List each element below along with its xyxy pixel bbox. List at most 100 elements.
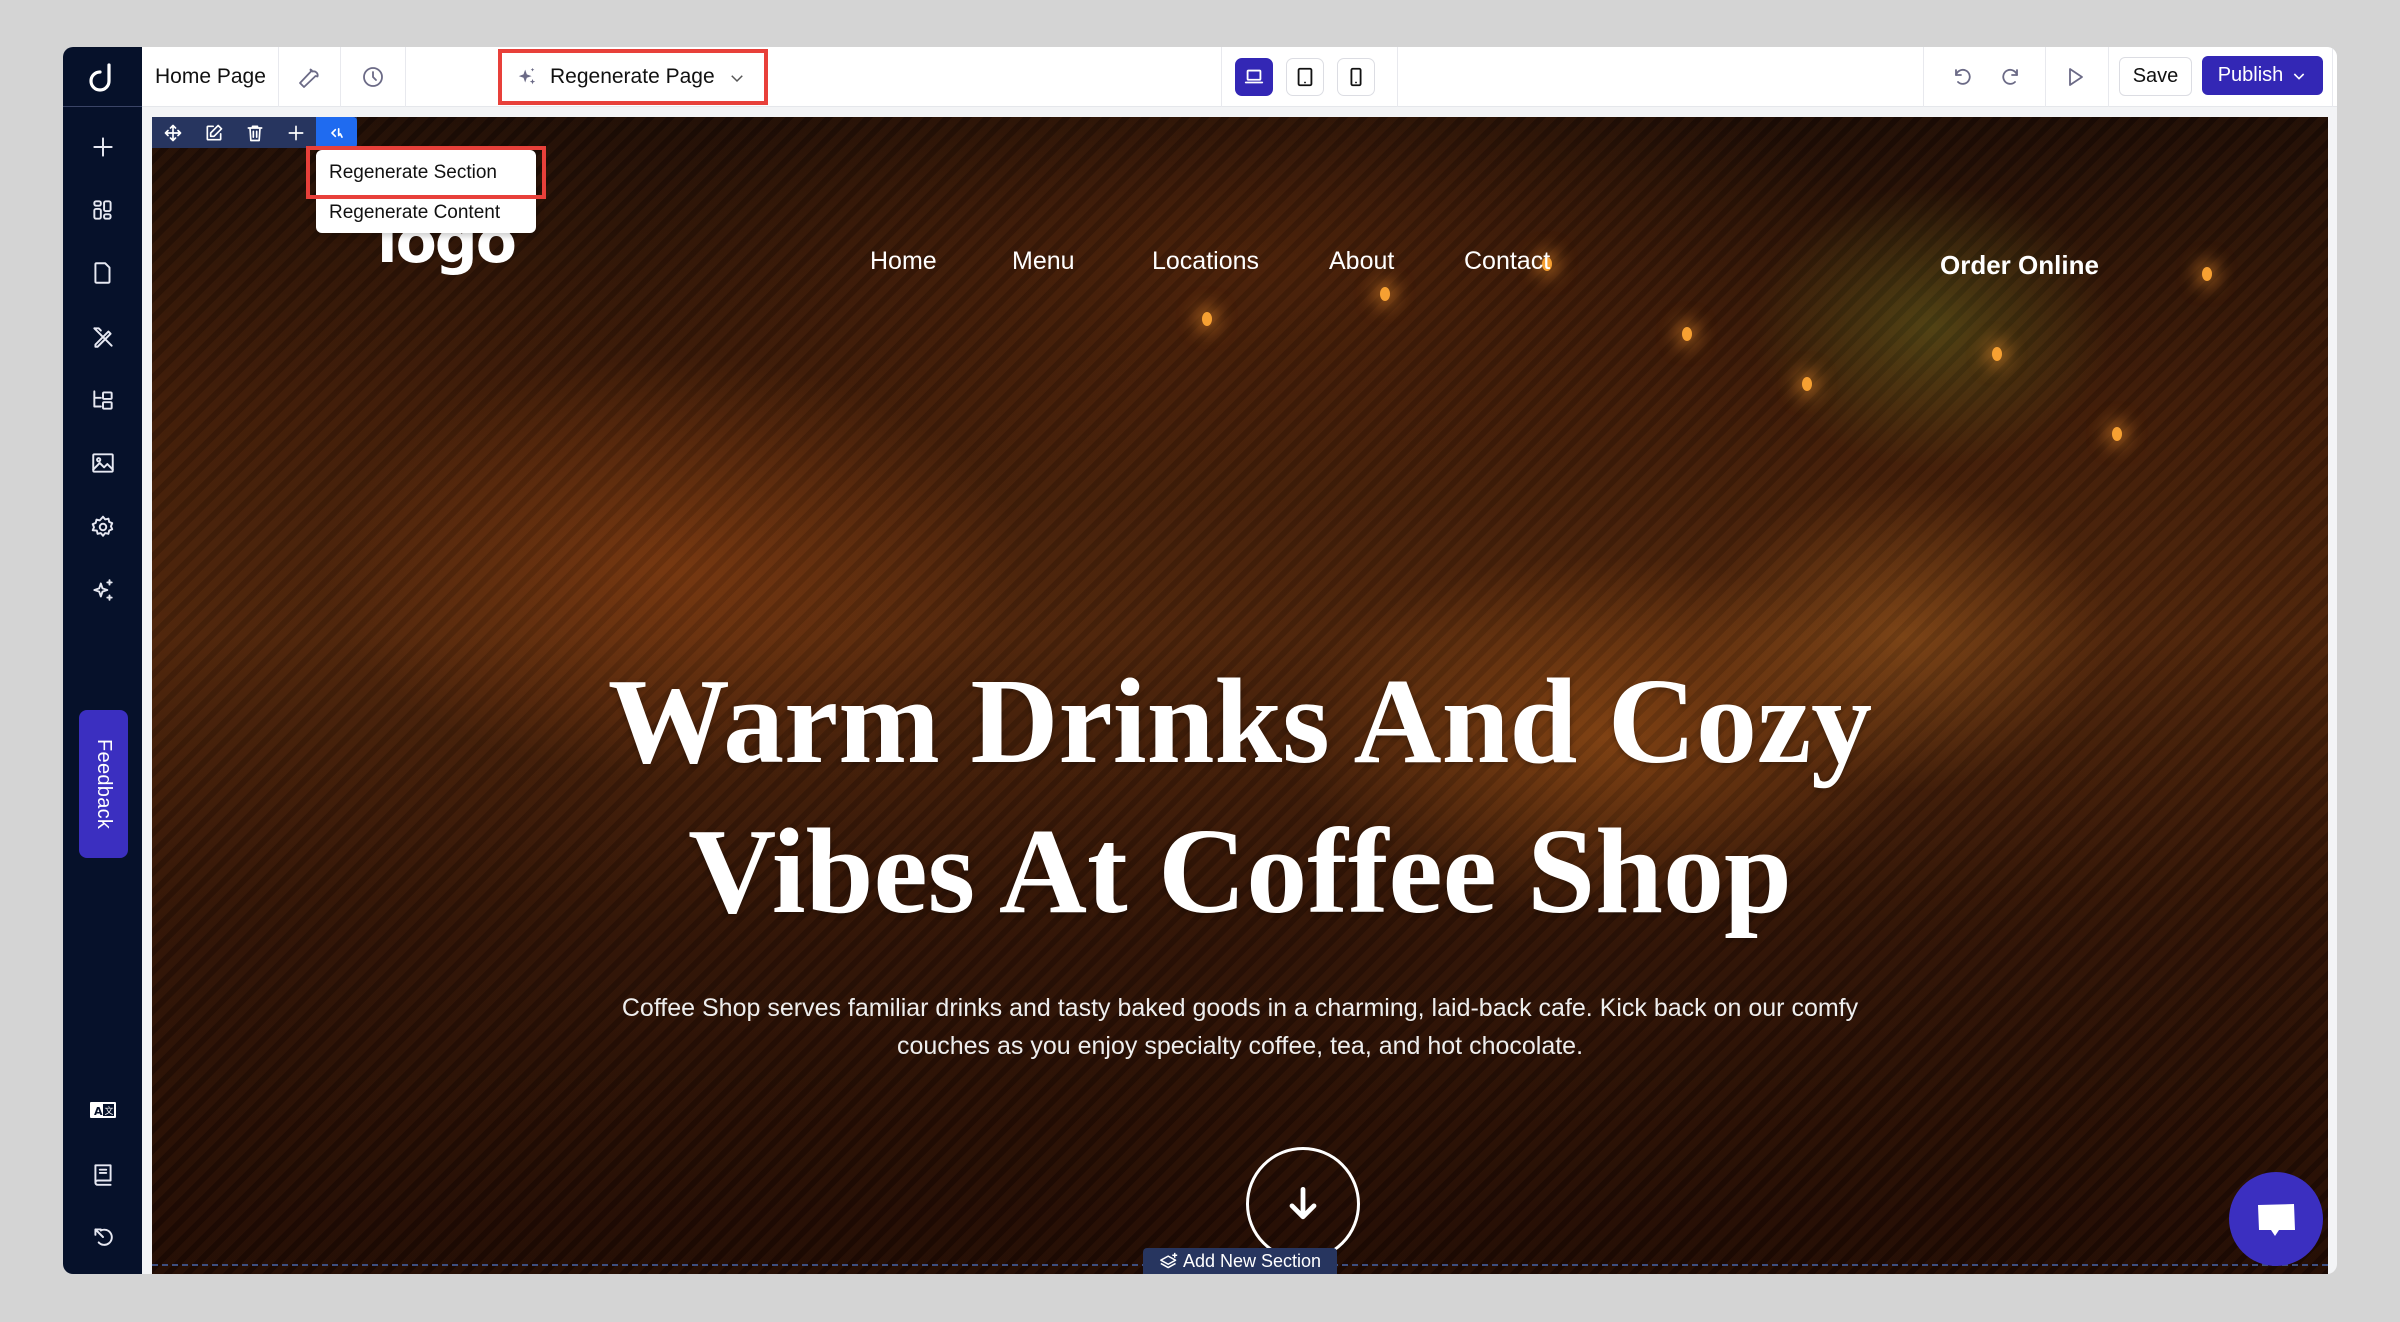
nav-home[interactable]: Home	[870, 247, 937, 276]
nav-locations[interactable]: Locations	[1152, 247, 1259, 276]
hero-subtext[interactable]: Coffee Shop serves familiar drinks and t…	[152, 989, 2328, 1065]
trash-icon	[247, 125, 262, 141]
lamp-light	[1202, 312, 1212, 326]
sidebar-item-settings[interactable]	[63, 507, 142, 547]
hero-headline-line-2: Vibes At Coffee Shop	[688, 804, 1792, 939]
sitemap-icon	[92, 390, 113, 410]
chat-support-button[interactable]	[2229, 1172, 2323, 1266]
scroll-down-button[interactable]	[1246, 1147, 1360, 1261]
version-history-button[interactable]	[355, 59, 391, 95]
page-settings-button[interactable]	[292, 59, 328, 95]
menu-item-regenerate-section[interactable]: Regenerate Section	[306, 146, 546, 199]
regenerate-page-label: Regenerate Page	[550, 65, 715, 88]
divider	[1221, 47, 1222, 107]
hero-headline-line-1: Warm Drinks And Cozy	[607, 654, 1873, 789]
regenerate-section-menu-button[interactable]	[316, 117, 357, 148]
lamp-light	[1682, 327, 1692, 341]
page-icon	[93, 262, 110, 284]
divider	[405, 47, 406, 107]
nav-contact[interactable]: Contact	[1464, 247, 1550, 276]
undo-button[interactable]	[1943, 59, 1979, 95]
delete-section-button[interactable]	[234, 117, 275, 148]
move-section-button[interactable]	[152, 117, 193, 148]
play-icon	[2069, 68, 2083, 86]
hero-headline[interactable]: Warm Drinks And Cozy Vibes At Coffee Sho…	[152, 647, 2328, 947]
move-icon	[164, 124, 181, 141]
publish-label: Publish	[2217, 64, 2284, 86]
top-toolbar: Home Page Regenerate Page Save Publish	[142, 47, 2337, 107]
image-icon	[91, 453, 114, 473]
hero-subtext-text: Coffee Shop serves familiar drinks and t…	[621, 994, 1859, 1060]
left-sidebar: Feedback A文	[63, 47, 142, 1274]
book-icon	[93, 1164, 112, 1186]
app-logo[interactable]	[63, 47, 142, 107]
edit-icon	[206, 124, 222, 140]
feedback-label: Feedback	[93, 738, 115, 830]
device-mobile-button[interactable]	[1337, 58, 1375, 96]
plus-icon	[92, 137, 113, 157]
divider	[2045, 47, 2046, 107]
divider	[278, 47, 279, 107]
nav-about[interactable]: About	[1329, 247, 1394, 276]
device-desktop-button[interactable]	[1235, 58, 1273, 96]
sidebar-item-language[interactable]: A文	[63, 1090, 142, 1130]
divider	[1397, 47, 1398, 107]
chat-icon	[2258, 1204, 2295, 1236]
svg-text:文: 文	[104, 1105, 113, 1117]
nav-menu[interactable]: Menu	[1012, 247, 1075, 276]
sparkles-icon	[518, 67, 536, 85]
translate-icon: A文	[89, 1102, 116, 1118]
wrench-icon	[299, 68, 319, 88]
page-selector[interactable]: Home Page	[155, 47, 266, 107]
regenerate-dropdown-menu: Regenerate Section Regenerate Content	[306, 146, 546, 233]
lamp-light	[1380, 287, 1390, 301]
redo-button[interactable]	[1994, 59, 2030, 95]
add-new-section-label: Add New Section	[1182, 1250, 1322, 1271]
menu-item-regenerate-content[interactable]: Regenerate Content	[316, 193, 536, 233]
add-element-button[interactable]	[275, 117, 316, 148]
edit-section-button[interactable]	[193, 117, 234, 148]
regenerate-page-button[interactable]: Regenerate Page	[498, 49, 768, 105]
sidebar-item-history[interactable]	[63, 1217, 142, 1257]
sidebar-item-pages[interactable]	[63, 253, 142, 293]
feedback-button[interactable]: Feedback	[79, 710, 128, 858]
tablet-icon	[1297, 67, 1313, 87]
history-icon	[93, 1228, 113, 1246]
sidebar-item-sitemap[interactable]	[63, 380, 142, 420]
svg-text:A: A	[94, 1105, 103, 1118]
layout-grid-icon	[92, 200, 112, 220]
sidebar-item-ai-tools[interactable]	[63, 570, 142, 610]
app-window: Feedback A文 Home Page Regenerate Page Sa…	[63, 47, 2337, 1274]
chevron-down-icon	[731, 75, 743, 83]
device-tablet-button[interactable]	[1286, 58, 1324, 96]
redo-icon	[2002, 68, 2018, 85]
sidebar-item-sections[interactable]	[63, 190, 142, 230]
preview-button[interactable]	[2057, 59, 2093, 95]
sidebar-item-media[interactable]	[63, 443, 142, 483]
app-logo-icon	[88, 62, 111, 92]
divider	[2332, 47, 2333, 107]
sidebar-item-add[interactable]	[63, 127, 142, 167]
lamp-light	[2112, 427, 2122, 441]
sidebar-item-design[interactable]	[63, 317, 142, 357]
lamp-light	[2202, 267, 2212, 281]
chevron-down-icon	[2294, 72, 2305, 80]
layers-plus-icon	[1160, 1252, 1178, 1269]
divider	[340, 47, 341, 107]
sidebar-item-guides[interactable]	[63, 1154, 142, 1194]
order-online-button[interactable]: Order Online	[1940, 250, 2099, 281]
add-new-section-button[interactable]: Add New Section	[1143, 1248, 1337, 1274]
sparkles-icon	[330, 127, 343, 138]
lamp-light	[1802, 377, 1812, 391]
plus-icon	[288, 125, 303, 140]
laptop-icon	[1244, 69, 1264, 84]
editor-canvas[interactable]: Regenerate Section Regenerate Content lo…	[152, 117, 2328, 1274]
lamp-light	[1992, 347, 2002, 361]
section-toolbar	[152, 117, 357, 148]
undo-icon	[1955, 68, 1971, 85]
phone-icon	[1350, 67, 1362, 87]
save-button[interactable]: Save	[2119, 57, 2192, 96]
sparkles-icon	[92, 579, 113, 601]
publish-button[interactable]: Publish	[2202, 56, 2323, 95]
divider	[2108, 47, 2109, 107]
